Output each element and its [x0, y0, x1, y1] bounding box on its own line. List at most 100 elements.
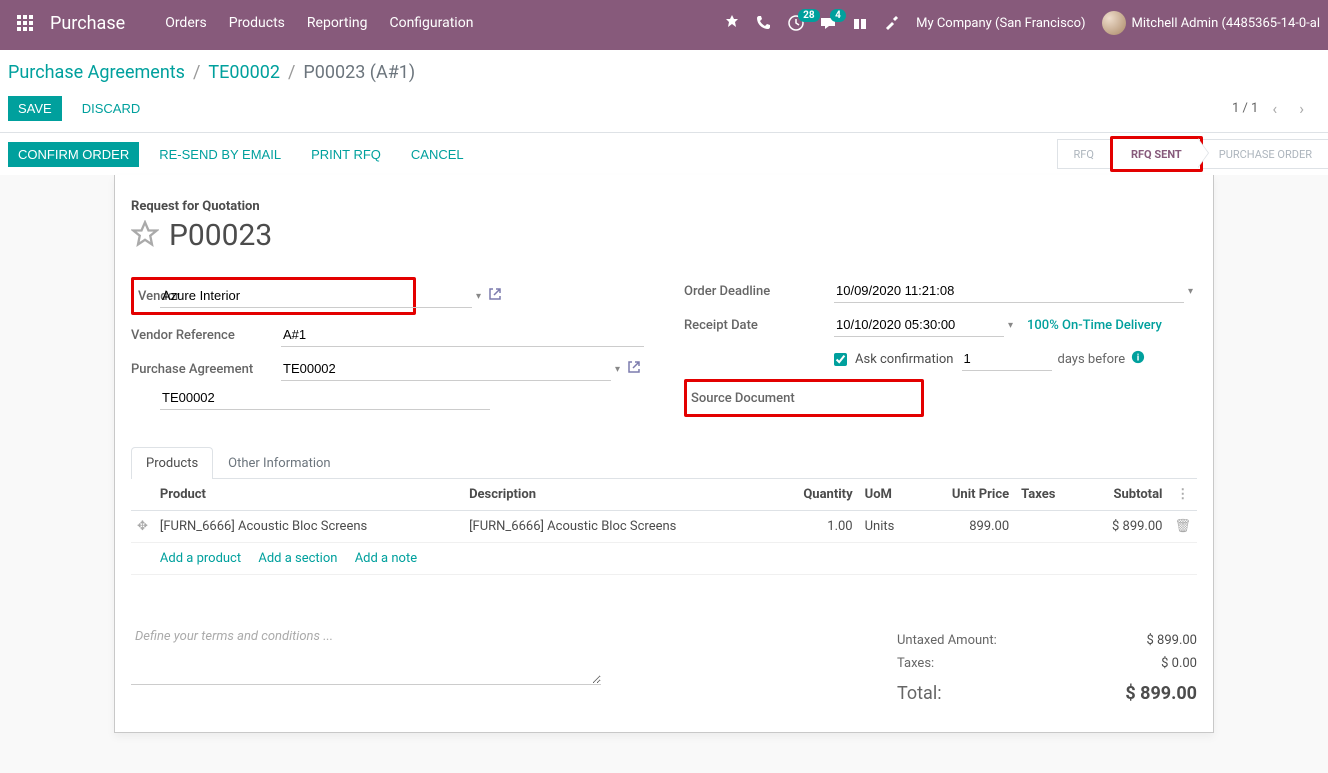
delete-row-icon[interactable]: 🗑 [1168, 511, 1197, 543]
user-menu[interactable]: Mitchell Admin (4485365-14-0-al [1102, 11, 1320, 35]
col-product: Product [154, 479, 463, 511]
app-brand[interactable]: Purchase [50, 13, 125, 34]
breadcrumb-mid[interactable]: TE00002 [208, 62, 280, 83]
order-lines-table: Product Description Quantity UoM Unit Pr… [131, 479, 1197, 575]
terms-textarea[interactable] [131, 625, 601, 685]
apps-menu-icon[interactable] [8, 15, 42, 31]
taxes-label: Taxes: [897, 656, 934, 671]
totals: Untaxed Amount: $ 899.00 Taxes: $ 0.00 T… [897, 629, 1197, 708]
days-before-label: days before [1058, 352, 1126, 367]
deadline-label: Order Deadline [684, 284, 834, 299]
agreement-dropdown-caret[interactable]: ▾ [611, 364, 624, 375]
breadcrumb-root[interactable]: Purchase Agreements [8, 62, 185, 83]
ask-confirmation-checkbox[interactable] [834, 353, 847, 366]
breadcrumb: Purchase Agreements / TE00002 / P00023 (… [8, 62, 415, 83]
status-rfq-sent[interactable]: RFQ Sent [1115, 139, 1198, 169]
table-row[interactable]: ✥ [FURN_6666] Acoustic Bloc Screens [FUR… [131, 511, 1197, 543]
control-panel-top: Purchase Agreements / TE00002 / P00023 (… [0, 50, 1328, 89]
receipt-dropdown-caret[interactable]: ▾ [1004, 320, 1017, 331]
col-unit-price: Unit Price [917, 479, 1015, 511]
print-rfq-button[interactable]: Print RFQ [301, 142, 391, 167]
add-note-link[interactable]: Add a note [355, 551, 417, 566]
agreement-label: Purchase Agreement [131, 362, 281, 377]
ontime-link[interactable]: 100% On-Time Delivery [1027, 318, 1162, 333]
priority-star[interactable] [131, 220, 159, 252]
record-title: P00023 [169, 218, 272, 253]
vendor-ref-input[interactable] [281, 323, 644, 347]
form-col-right: Order Deadline ▾ Receipt Date ▾ 100% On-… [684, 277, 1197, 417]
ask-days-input[interactable] [962, 347, 1052, 371]
vendor-external-link-icon[interactable] [485, 288, 505, 304]
user-name: Mitchell Admin (4485365-14-0-al [1132, 16, 1320, 31]
messages-badge: 4 [830, 9, 846, 22]
menu-reporting[interactable]: Reporting [307, 15, 368, 31]
discard-button[interactable]: Discard [72, 96, 151, 121]
cell-product[interactable]: [FURN_6666] Acoustic Bloc Screens [154, 511, 463, 543]
activities-badge: 28 [798, 9, 819, 22]
resend-email-button[interactable]: Re-send by Email [149, 142, 291, 167]
deadline-input[interactable] [834, 279, 1184, 303]
info-icon[interactable]: i [1131, 350, 1145, 368]
activities-icon[interactable]: 28 [788, 15, 804, 31]
deadline-dropdown-caret[interactable]: ▾ [1184, 286, 1197, 297]
total-label: Total: [897, 683, 942, 704]
status-bar: RFQ RFQ Sent Purchase Order [1057, 139, 1328, 169]
menu-orders[interactable]: Orders [165, 15, 207, 31]
add-section-link[interactable]: Add a section [258, 551, 337, 566]
vendor-dropdown-caret[interactable]: ▾ [472, 291, 485, 302]
col-uom: UoM [859, 479, 918, 511]
agreement-input[interactable] [281, 357, 611, 381]
company-switcher[interactable]: My Company (San Francisco) [916, 16, 1085, 31]
avatar [1102, 11, 1126, 35]
source-label: Source Document [691, 391, 833, 406]
add-product-link[interactable]: Add a product [160, 551, 241, 566]
tab-other-info[interactable]: Other Information [213, 447, 345, 479]
referral-icon[interactable] [724, 15, 740, 31]
agreement-external-link-icon[interactable] [624, 361, 644, 377]
form-sheet: Request for Quotation P00023 Vendor ▾ [114, 175, 1214, 733]
save-button[interactable]: Save [8, 96, 62, 121]
cell-uom[interactable]: Units [859, 511, 918, 543]
status-rfq[interactable]: RFQ [1057, 139, 1110, 169]
vendor-input[interactable] [160, 284, 472, 308]
source-input[interactable] [160, 386, 490, 410]
notebook-tabs: Products Other Information [131, 447, 1197, 479]
total-value: $ 899.00 [1125, 683, 1197, 704]
cell-description[interactable]: [FURN_6666] Acoustic Bloc Screens [463, 511, 772, 543]
cell-qty[interactable]: 1.00 [772, 511, 858, 543]
menu-configuration[interactable]: Configuration [389, 15, 473, 31]
main-menu: Orders Products Reporting Configuration [165, 15, 473, 31]
gift-icon[interactable] [852, 15, 868, 31]
menu-products[interactable]: Products [229, 15, 285, 31]
pager-prev[interactable]: ‹ [1264, 95, 1285, 122]
col-description: Description [463, 479, 772, 511]
phone-icon[interactable] [756, 15, 772, 31]
taxes-value: $ 0.00 [1161, 656, 1197, 671]
form-grid: Vendor ▾ Vendor Reference [131, 277, 1197, 417]
tab-products[interactable]: Products [131, 447, 213, 479]
cancel-button[interactable]: Cancel [401, 142, 474, 167]
pager-text: 1 / 1 [1232, 101, 1258, 116]
action-bar: Confirm Order Re-send by Email Print RFQ… [0, 133, 1328, 175]
col-more[interactable]: ⋮ [1168, 479, 1197, 511]
status-purchase-order[interactable]: Purchase Order [1203, 139, 1328, 169]
cell-price[interactable]: 899.00 [917, 511, 1015, 543]
col-quantity: Quantity [772, 479, 858, 511]
col-taxes: Taxes [1015, 479, 1080, 511]
breadcrumb-sep: / [193, 62, 200, 83]
confirm-order-button[interactable]: Confirm Order [8, 142, 139, 167]
receipt-input[interactable] [834, 313, 1004, 337]
tools-icon[interactable] [884, 15, 900, 31]
cell-subtotal: $ 899.00 [1080, 511, 1168, 543]
untaxed-value: $ 899.00 [1147, 633, 1198, 648]
col-subtotal: Subtotal [1080, 479, 1168, 511]
breadcrumb-current: P00023 (A#1) [303, 62, 415, 83]
drag-handle-icon[interactable]: ✥ [131, 511, 154, 543]
receipt-label: Receipt Date [684, 318, 834, 333]
messages-icon[interactable]: 4 [820, 15, 836, 31]
pager-next[interactable]: › [1291, 95, 1312, 122]
pager: 1 / 1 ‹ › [1232, 95, 1312, 122]
cell-taxes[interactable] [1015, 511, 1080, 543]
breadcrumb-sep: / [288, 62, 295, 83]
vendor-ref-label: Vendor Reference [131, 328, 281, 343]
